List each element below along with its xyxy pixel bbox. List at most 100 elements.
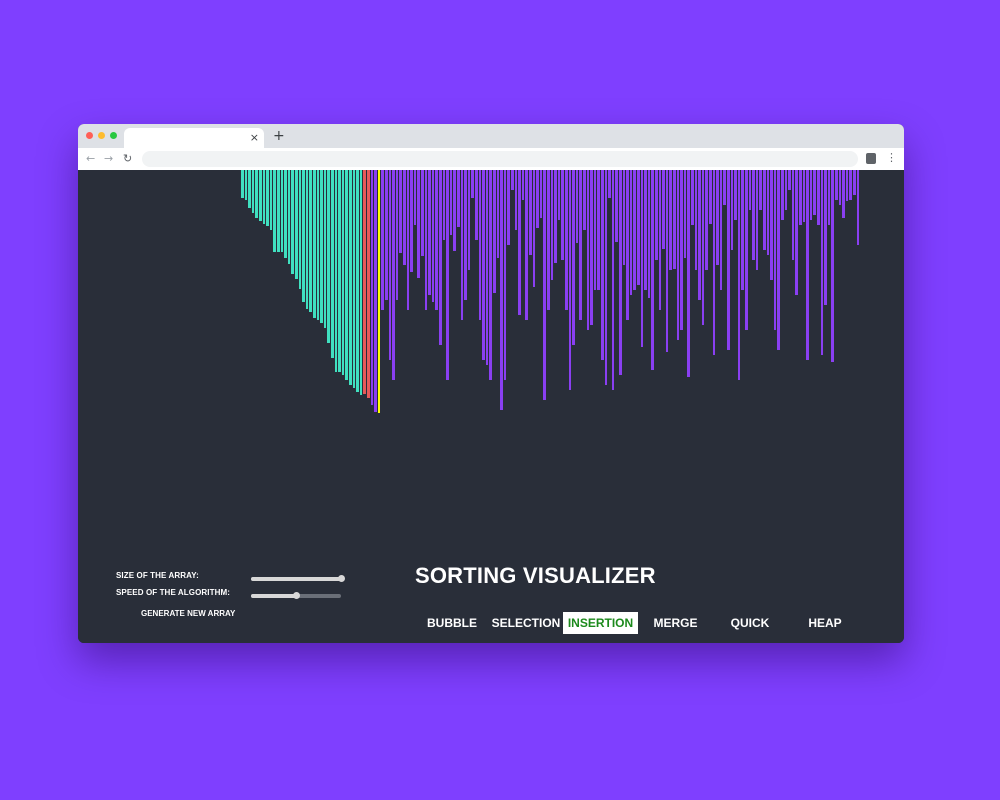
unsorted-bar — [716, 170, 719, 265]
unsorted-bar — [809, 170, 813, 220]
unsorted-bar — [388, 170, 392, 360]
size-slider-fill — [251, 577, 341, 581]
sorted-bar — [323, 170, 327, 328]
unsorted-bar — [518, 170, 521, 315]
unsorted-bar — [381, 170, 384, 310]
unsorted-bar — [640, 170, 644, 347]
unsorted-bar — [730, 170, 734, 250]
address-bar[interactable] — [142, 151, 858, 167]
generate-array-button[interactable]: GENERATE NEW ARRAY — [141, 609, 235, 618]
unsorted-bar — [795, 170, 798, 295]
unsorted-bar — [399, 170, 402, 253]
unsorted-bar — [550, 170, 554, 280]
unsorted-bar — [827, 170, 831, 225]
unsorted-bar — [579, 170, 582, 320]
sorted-bar — [356, 170, 359, 392]
unsorted-bar — [824, 170, 827, 305]
minimize-window-dot[interactable] — [98, 132, 105, 139]
unsorted-bar — [608, 170, 611, 198]
sorted-bar — [255, 170, 258, 218]
unsorted-bar — [496, 170, 500, 258]
sorted-bar — [273, 170, 276, 252]
app-page: SIZE OF THE ARRAY: SPEED OF THE ALGORITH… — [78, 170, 904, 643]
current-bar — [377, 170, 381, 413]
unsorted-bar — [547, 170, 550, 310]
unsorted-bar — [701, 170, 705, 325]
unsorted-bar — [467, 170, 471, 270]
unsorted-bar — [370, 170, 374, 405]
unsorted-bar — [687, 170, 690, 377]
unsorted-bar — [460, 170, 464, 320]
unsorted-bar — [431, 170, 435, 302]
reload-icon[interactable]: ↻ — [123, 152, 132, 166]
unsorted-bar — [838, 170, 842, 205]
unsorted-bar — [676, 170, 680, 340]
unsorted-bar — [572, 170, 575, 345]
heap-sort-button[interactable]: HEAP — [796, 612, 854, 634]
unsorted-bar — [565, 170, 568, 310]
profile-icon[interactable] — [866, 153, 876, 164]
sorted-bar — [349, 170, 352, 385]
new-tab-icon[interactable]: + — [273, 129, 285, 143]
tab-strip: × + — [78, 124, 904, 148]
speed-slider-thumb[interactable] — [293, 592, 300, 599]
quick-sort-button[interactable]: QUICK — [720, 612, 780, 634]
sorted-bar — [305, 170, 309, 309]
sorted-bar — [331, 170, 334, 358]
unsorted-bar — [770, 170, 773, 280]
selection-sort-button[interactable]: SELECTION — [489, 612, 563, 634]
sorted-bar — [259, 170, 262, 221]
unsorted-bar — [745, 170, 748, 330]
back-arrow-icon[interactable]: ← — [86, 152, 95, 166]
size-slider[interactable] — [251, 575, 345, 582]
unsorted-bar — [842, 170, 845, 218]
speed-slider-fill — [251, 594, 296, 598]
unsorted-bar — [529, 170, 532, 255]
unsorted-bar — [662, 170, 665, 249]
maximize-window-dot[interactable] — [110, 132, 117, 139]
bubble-sort-button[interactable]: BUBBLE — [423, 612, 481, 634]
unsorted-bar — [719, 170, 723, 290]
unsorted-bar — [525, 170, 528, 320]
unsorted-bar — [590, 170, 593, 325]
sorted-bar — [359, 170, 363, 395]
sorted-bar — [352, 170, 356, 388]
sorted-bar — [327, 170, 330, 343]
sorted-bar — [284, 170, 287, 258]
unsorted-bar — [712, 170, 716, 355]
insertion-sort-button[interactable]: INSERTION — [563, 612, 638, 634]
unsorted-bar — [622, 170, 626, 265]
unsorted-bar — [820, 170, 824, 355]
close-icon[interactable]: × — [250, 131, 259, 145]
sorted-bar — [266, 170, 269, 226]
sorted-bar — [248, 170, 251, 208]
sorted-bar — [345, 170, 348, 380]
speed-slider[interactable] — [251, 592, 341, 599]
speed-label: SPEED OF THE ALGORITHM: — [116, 588, 231, 597]
unsorted-bar — [835, 170, 838, 200]
unsorted-bar — [392, 170, 395, 380]
size-slider-thumb[interactable] — [338, 575, 345, 582]
unsorted-bar — [698, 170, 701, 300]
unsorted-bar — [773, 170, 777, 330]
merge-sort-button[interactable]: MERGE — [643, 612, 708, 634]
unsorted-bar — [799, 170, 802, 225]
unsorted-bar — [471, 170, 474, 198]
forward-arrow-icon[interactable]: → — [104, 152, 113, 166]
unsorted-bar — [575, 170, 579, 243]
unsorted-bar — [709, 170, 712, 224]
menu-icon[interactable]: ⋮ — [886, 151, 897, 165]
unsorted-bar — [403, 170, 406, 265]
browser-tab[interactable]: × — [124, 128, 264, 148]
unsorted-bar — [514, 170, 518, 230]
unsorted-bar — [442, 170, 446, 240]
browser-window: × + ← → ↻ ⋮ SIZE OF THE ARRAY: SPEED OF … — [78, 124, 904, 643]
sorted-bar — [269, 170, 273, 230]
unsorted-bar — [777, 170, 780, 350]
unsorted-bar — [637, 170, 640, 285]
close-window-dot[interactable] — [86, 132, 93, 139]
unsorted-bar — [845, 170, 849, 201]
sorted-bar — [244, 170, 248, 200]
unsorted-bar — [669, 170, 672, 270]
unsorted-bar — [561, 170, 564, 260]
